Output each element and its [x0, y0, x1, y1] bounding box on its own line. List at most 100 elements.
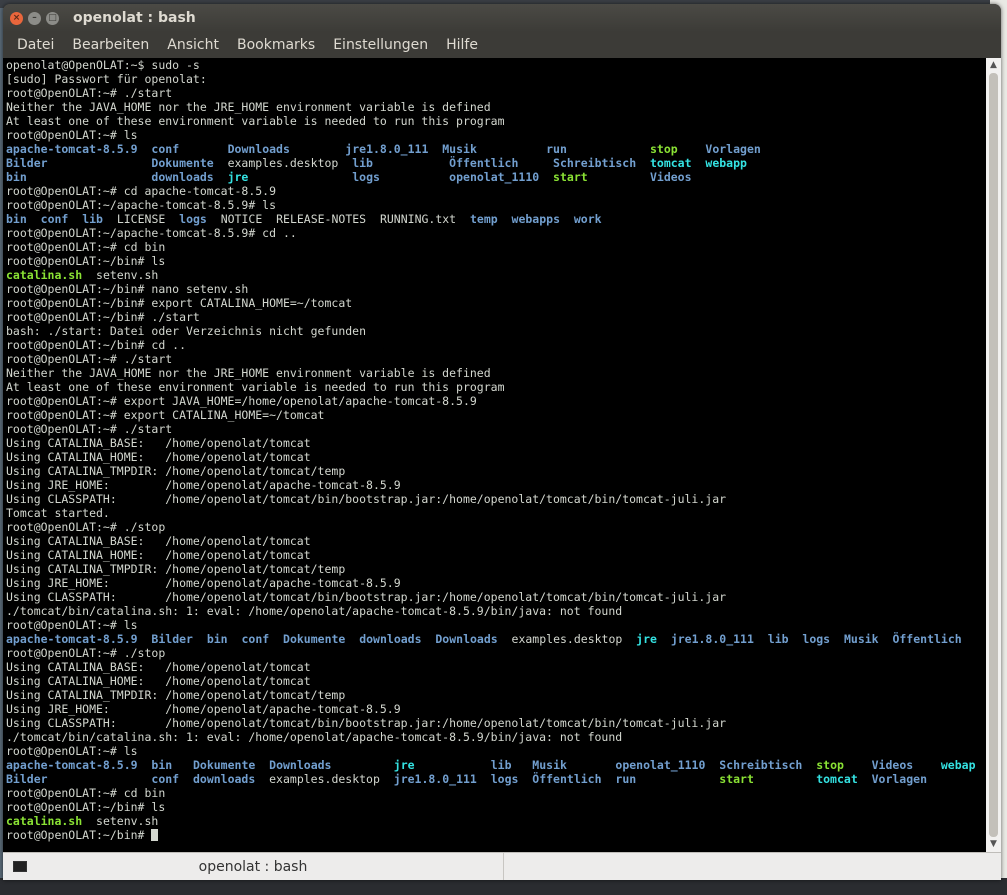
- ls-entry: apache-tomcat-8.5.9: [6, 758, 138, 772]
- terminal-text: Using CATALINA_TMPDIR: /home/openolat/to…: [6, 688, 346, 702]
- ls-entry: lib: [767, 632, 789, 646]
- ls-entry: work: [573, 212, 602, 226]
- terminal-line: root@OpenOLAT:~/bin# ./start: [3, 310, 986, 324]
- terminal-text: Using CATALINA_BASE: /home/openolat/tomc…: [6, 534, 311, 548]
- terminal-text: Neither the JAVA_HOME nor the JRE_HOME e…: [6, 366, 491, 380]
- terminal-line: Using CATALINA_BASE: /home/openolat/tomc…: [3, 534, 986, 548]
- menu-ansicht[interactable]: Ansicht: [158, 37, 228, 53]
- terminal-line: root@OpenOLAT:~# cd bin: [3, 786, 986, 800]
- terminal-line: apache-tomcat-8.5.9 conf Downloads jre1.…: [3, 142, 986, 156]
- terminal-text: Using CATALINA_BASE: /home/openolat/tomc…: [6, 660, 311, 674]
- terminal-text: root@OpenOLAT:~# ./start: [6, 422, 173, 436]
- ls-entry: Dokumente: [192, 758, 256, 772]
- menu-bearbeiten[interactable]: Bearbeiten: [63, 37, 158, 53]
- scroll-thumb[interactable]: [989, 73, 998, 837]
- terminal-output[interactable]: openolat@OpenOLAT:~$ sudo -s [sudo] Passw…: [3, 58, 986, 852]
- ls-entry: Musik: [532, 758, 567, 772]
- terminal-line: root@OpenOLAT:~# ./stop: [3, 520, 986, 534]
- ls-entry: webapps: [511, 212, 560, 226]
- terminal-text: Using CATALINA_BASE: /home/openolat/tomc…: [6, 436, 311, 450]
- terminal-text: root@OpenOLAT:~/apache-tomcat-8.5.9# ls: [6, 198, 277, 212]
- ls-entry: stop: [816, 758, 844, 772]
- ls-entry: Musik: [442, 142, 477, 156]
- ls-entry: apache-tomcat-8.5.9: [6, 142, 138, 156]
- terminal-line: Using JRE_HOME: /home/openolat/apache-to…: [3, 478, 986, 492]
- ls-entry: apache-tomcat-8.5.9: [6, 632, 138, 646]
- minimize-icon: –: [32, 13, 37, 23]
- terminal-text: Tomcat started.: [6, 506, 110, 520]
- ls-entry: start: [553, 170, 588, 184]
- terminal-text: NOTICE RELEASE-NOTES RUNNING.txt: [206, 212, 470, 226]
- scroll-down-icon[interactable]: ▼: [986, 837, 1001, 852]
- scroll-up-icon[interactable]: ▲: [986, 58, 1001, 73]
- maximize-window-button[interactable]: □: [46, 11, 59, 25]
- terminal-line: root@OpenOLAT:~/apache-tomcat-8.5.9# ls: [3, 198, 986, 212]
- terminal-text: root@OpenOLAT:~# cd bin: [6, 786, 166, 800]
- terminal-text: examples.desktop: [497, 632, 637, 646]
- terminal-text: root@OpenOLAT:~/bin# ls: [6, 800, 166, 814]
- terminal-line: root@OpenOLAT:~/bin# export CATALINA_HOM…: [3, 296, 986, 310]
- ls-entry: logs: [352, 170, 380, 184]
- ls-entry: run: [546, 142, 567, 156]
- ls-entry: Bilder: [151, 632, 193, 646]
- ls-entry: conf: [241, 632, 270, 646]
- terminal-line: bash: ./start: Datei oder Verzeichnis ni…: [3, 324, 986, 338]
- tab-openolat-bash[interactable]: openolat : bash: [3, 853, 504, 880]
- ls-entry: downloads: [151, 170, 214, 184]
- terminal-line: Using CATALINA_TMPDIR: /home/openolat/to…: [3, 464, 986, 478]
- ls-entry: openolat_1110: [449, 170, 540, 184]
- terminal-line: Using CATALINA_BASE: /home/openolat/tomc…: [3, 436, 986, 450]
- terminal-line: bin downloads jre logs openolat_1110 sta…: [3, 170, 986, 184]
- ls-entry: logs: [179, 212, 207, 226]
- ls-entry: start: [719, 772, 754, 786]
- terminal-text: root@OpenOLAT:~/bin#: [6, 828, 152, 842]
- terminal-scrollbar[interactable]: ▲ ▼: [986, 58, 1001, 852]
- ls-entry: Bilder: [6, 772, 48, 786]
- terminal-text: root@OpenOLAT:~/bin# cd ..: [6, 338, 187, 352]
- menu-bookmarks[interactable]: Bookmarks: [228, 37, 324, 53]
- maximize-icon: □: [48, 13, 57, 23]
- minimize-window-button[interactable]: –: [28, 11, 41, 25]
- terminal-icon: [13, 861, 27, 872]
- menu-hilfe[interactable]: Hilfe: [437, 37, 487, 53]
- terminal-text: root@OpenOLAT:~# ./start: [6, 86, 173, 100]
- menu-datei[interactable]: Datei: [3, 37, 63, 53]
- terminal-text: Using CLASSPATH: /home/openolat/tomcat/b…: [6, 716, 727, 730]
- ls-entry: conf: [151, 142, 180, 156]
- close-window-button[interactable]: ×: [10, 11, 23, 25]
- ls-entry: Videos: [649, 170, 692, 184]
- terminal-window: × – □ openolat : bash Datei Bearbeiten A…: [3, 4, 1001, 880]
- terminal-text: At least one of these environment variab…: [6, 114, 505, 128]
- ls-entry: bin: [6, 170, 27, 184]
- ls-entry: logs: [490, 772, 519, 786]
- menu-einstellungen[interactable]: Einstellungen: [324, 37, 437, 53]
- terminal-text: Using JRE_HOME: /home/openolat/apache-to…: [6, 478, 401, 492]
- terminal-line: root@OpenOLAT:~# ls: [3, 128, 986, 142]
- title-bar[interactable]: × – □ openolat : bash: [3, 4, 1001, 32]
- ls-entry: temp: [469, 212, 498, 226]
- ls-entry: jre1.8.0_111: [345, 142, 429, 156]
- ls-entry: tomcat: [816, 772, 858, 786]
- terminal-line: Using CATALINA_TMPDIR: /home/openolat/to…: [3, 688, 986, 702]
